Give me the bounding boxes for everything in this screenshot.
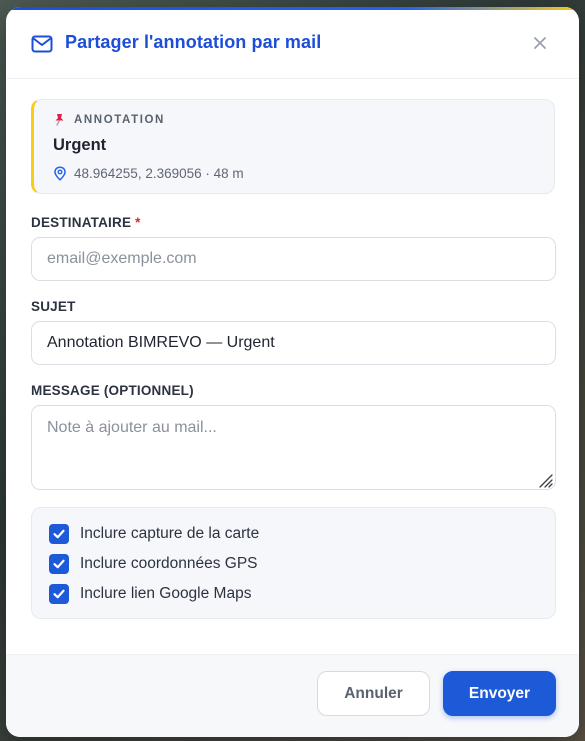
coordinates-text: 48.964255, 2.369056 · 48 m <box>74 166 244 181</box>
subject-input[interactable] <box>31 321 556 365</box>
message-label: MESSAGE (OPTIONNEL) <box>31 383 194 398</box>
recipient-label-text: DESTINATAIRE <box>31 215 132 230</box>
annotation-tag-label: ANNOTATION <box>74 113 165 126</box>
required-marker: * <box>135 215 141 230</box>
recipient-label: DESTINATAIRE * <box>31 215 141 230</box>
dialog-title: Partager l'annotation par mail <box>65 32 322 52</box>
checkbox-checked-icon[interactable] <box>49 524 69 544</box>
option-include-map-capture[interactable]: Inclure capture de la carte <box>49 524 259 544</box>
option-include-google-maps-link[interactable]: Inclure lien Google Maps <box>49 584 251 604</box>
recipient-email-input[interactable] <box>31 237 556 281</box>
annotation-coordinates: 48.964255, 2.369056 · 48 m <box>53 166 244 181</box>
annotation-name: Urgent <box>53 136 107 154</box>
annotation-summary-card: ANNOTATION Urgent 48.964255, 2.369056 · … <box>31 99 555 194</box>
mail-icon <box>31 35 53 53</box>
checkbox-checked-icon[interactable] <box>49 554 69 574</box>
send-button[interactable]: Envoyer <box>443 671 556 716</box>
dialog-footer: Annuler Envoyer <box>6 654 579 737</box>
checkbox-checked-icon[interactable] <box>49 584 69 604</box>
message-textarea[interactable] <box>31 405 556 490</box>
include-options-panel: Inclure capture de la carte Inclure coor… <box>31 507 556 619</box>
option-include-gps-coordinates[interactable]: Inclure coordonnées GPS <box>49 554 258 574</box>
subject-label: SUJET <box>31 299 76 314</box>
annotation-tag: ANNOTATION <box>53 113 165 126</box>
option-label: Inclure capture de la carte <box>80 525 260 542</box>
pushpin-icon <box>55 114 64 126</box>
dialog-header: Partager l'annotation par mail <box>6 10 579 79</box>
option-label: Inclure coordonnées GPS <box>80 555 258 572</box>
share-mail-dialog: Partager l'annotation par mail ANNOTATIO… <box>6 7 579 737</box>
location-pin-icon <box>54 166 66 181</box>
cancel-button[interactable]: Annuler <box>317 671 430 716</box>
resize-handle-icon[interactable] <box>535 470 553 488</box>
option-label: Inclure lien Google Maps <box>80 585 252 602</box>
close-icon[interactable] <box>529 32 551 54</box>
